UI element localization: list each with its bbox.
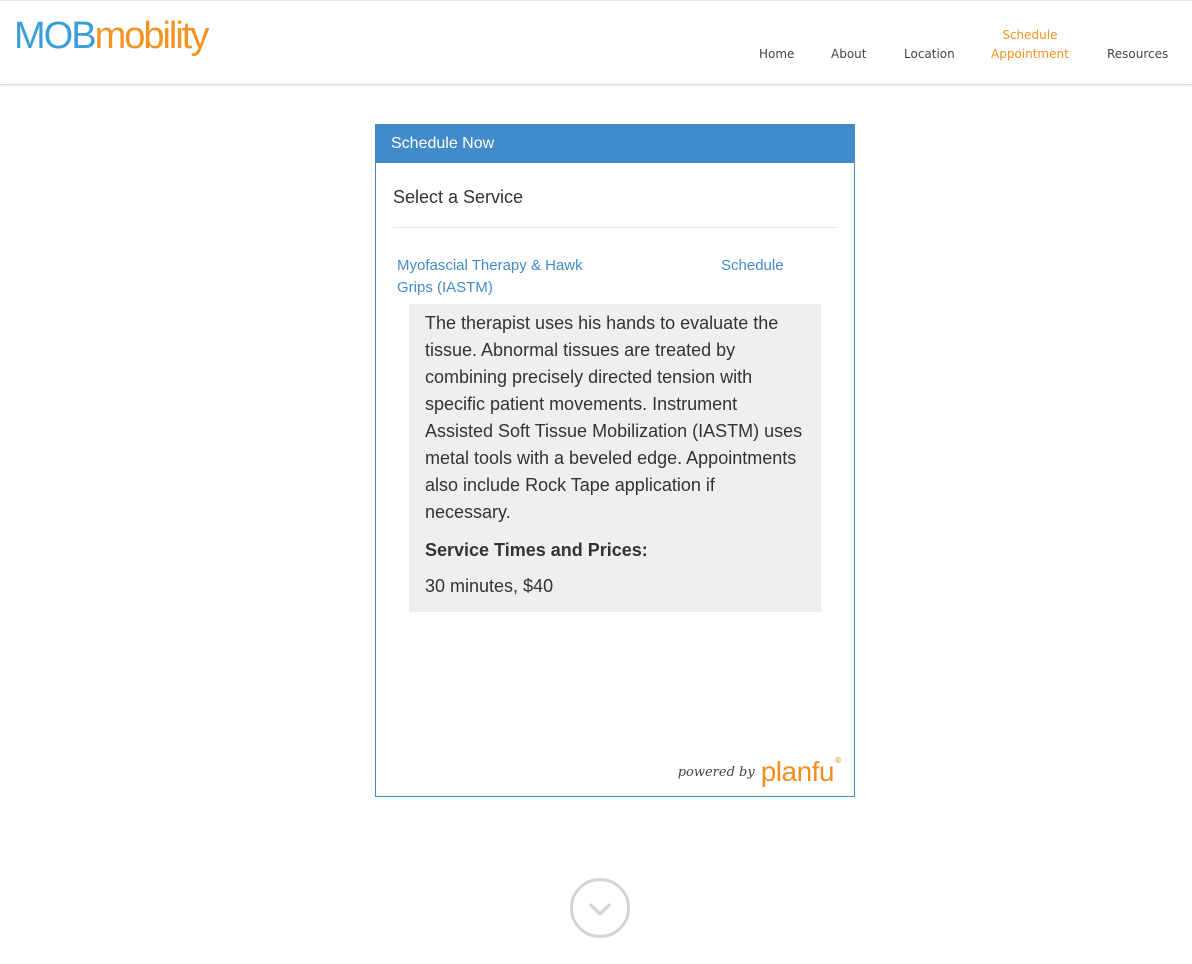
schedule-widget: Schedule Now Select a Service Myofascial… bbox=[375, 124, 855, 797]
planfu-logo: planfu bbox=[760, 756, 835, 787]
nav-home-label: Home bbox=[759, 47, 795, 61]
widget-title: Schedule Now bbox=[376, 125, 854, 163]
nav-resources-label: Resources bbox=[1107, 47, 1169, 61]
chevron-down-icon bbox=[589, 903, 611, 916]
nav-home[interactable]: Home bbox=[759, 45, 794, 64]
logo-text-mobility: mobility bbox=[94, 15, 210, 57]
powered-by-planfu[interactable]: powered by planfu® bbox=[678, 756, 842, 788]
nav-about[interactable]: About bbox=[831, 45, 866, 64]
nav-location[interactable]: Location bbox=[904, 45, 955, 64]
nav-schedule-label-line2: Appointment bbox=[991, 47, 1069, 61]
nav-about-label: About bbox=[831, 47, 867, 61]
service-description: The therapist uses his hands to evaluate… bbox=[425, 313, 803, 522]
registered-mark: ® bbox=[834, 756, 842, 765]
service-prices-heading: Service Times and Prices: bbox=[425, 540, 648, 560]
service-description-box: The therapist uses his hands to evaluate… bbox=[409, 304, 821, 612]
nav-location-label: Location bbox=[904, 47, 955, 61]
schedule-service-link[interactable]: Schedule bbox=[721, 255, 784, 277]
service-name-link[interactable]: Myofascial Therapy & Hawk Grips (IASTM) bbox=[397, 255, 617, 299]
service-price: 30 minutes, $40 bbox=[425, 576, 554, 596]
site-logo[interactable]: MOBmobility bbox=[14, 14, 210, 58]
powered-by-text: powered by bbox=[677, 764, 755, 780]
nav-schedule-label-line1: Schedule bbox=[1002, 28, 1058, 42]
scroll-down-button[interactable] bbox=[570, 878, 630, 938]
nav-schedule-appointment[interactable]: Schedule Appointment bbox=[991, 26, 1069, 64]
site-header: MOBmobility Home About Location Schedule… bbox=[0, 0, 1192, 85]
logo-text-mob: MOB bbox=[14, 15, 97, 57]
nav-resources[interactable]: Resources bbox=[1107, 45, 1168, 64]
section-title: Select a Service bbox=[393, 187, 524, 207]
section-divider bbox=[393, 227, 837, 228]
